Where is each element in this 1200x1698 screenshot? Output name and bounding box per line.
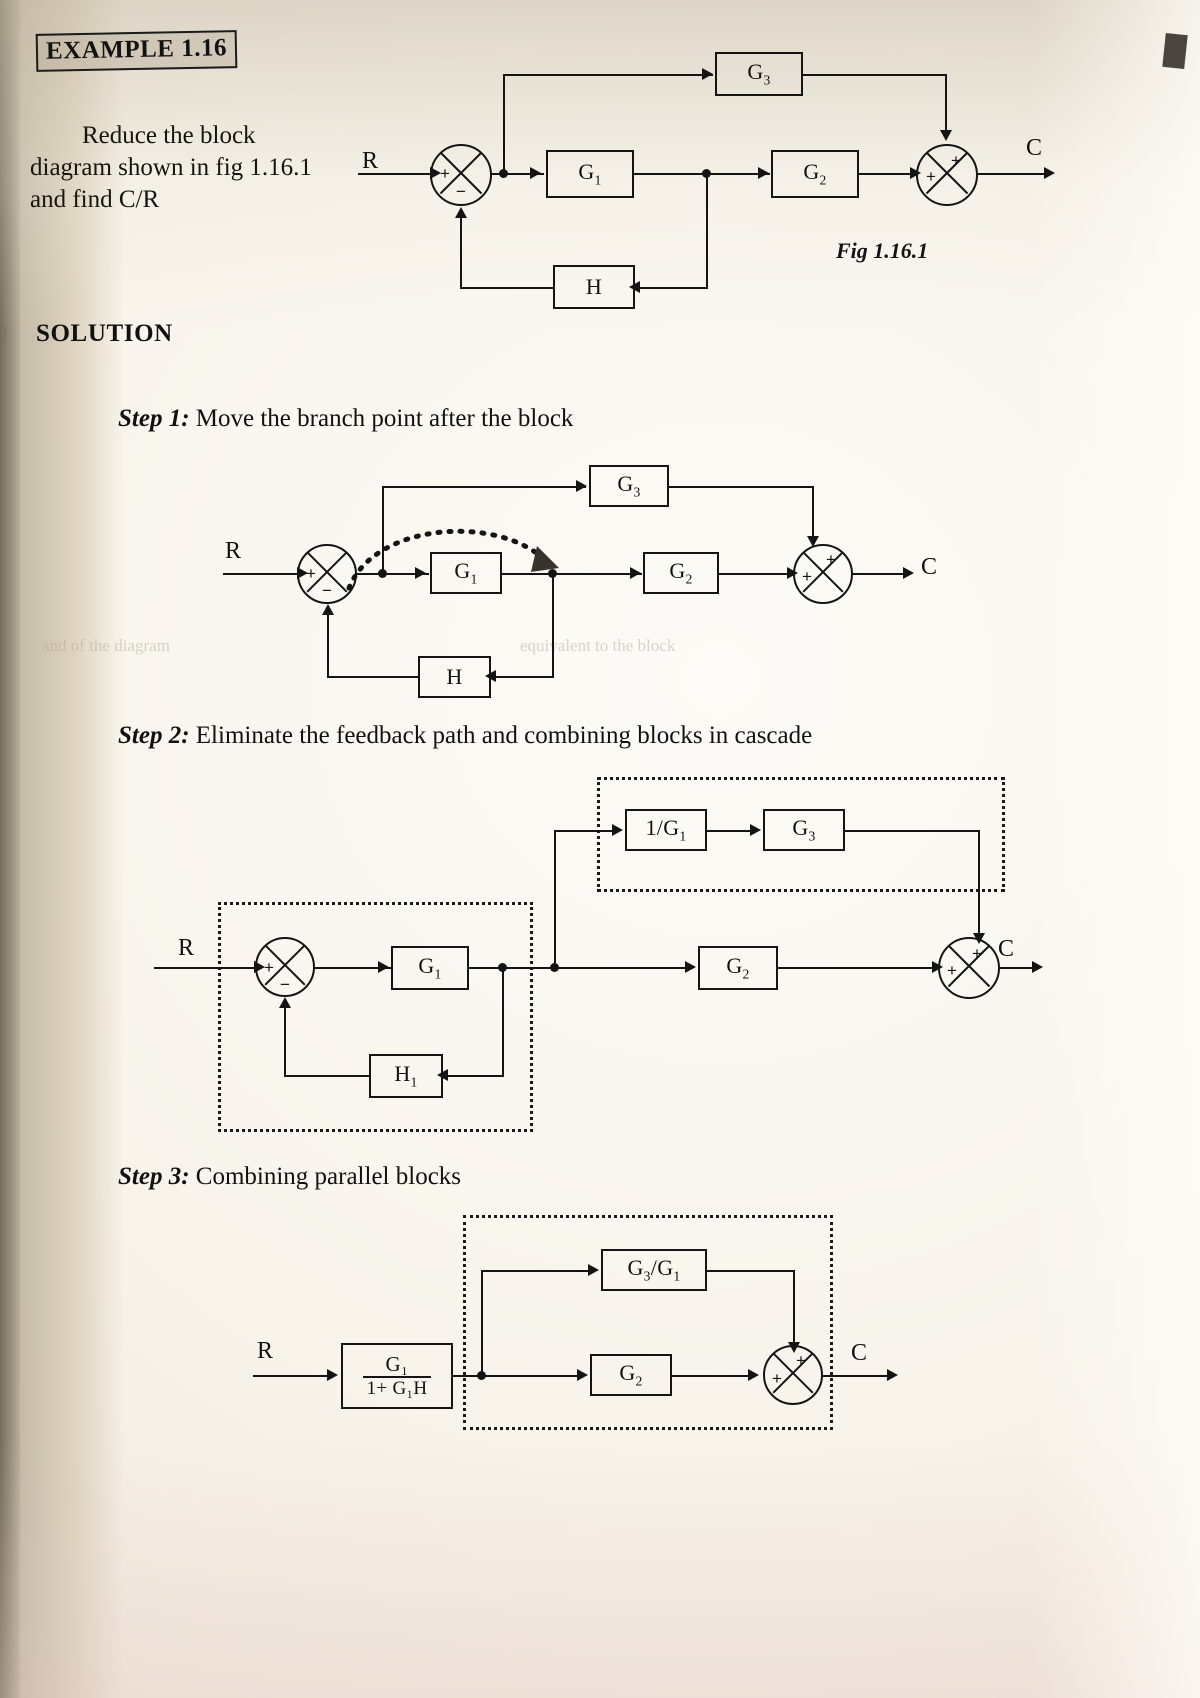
step-2-number: Step 2: <box>118 722 190 749</box>
step2-block-inv-G1-label: 1/G1 <box>645 815 687 844</box>
step-1-diagram: R + − G1 G2 + + C G3 H <box>215 460 955 705</box>
step2-block-H1: H1 <box>369 1054 443 1098</box>
step2-block-G3: G3 <box>763 809 845 851</box>
figure-1-16-1: R + − G1 G2 + + C G3 H Fig 1.16.1 <box>350 40 1090 320</box>
step1-input-label: R <box>225 538 242 564</box>
step2-sum1-minus: − <box>280 975 290 994</box>
step-2-heading: Step 2: Eliminate the feedback path and … <box>118 722 812 750</box>
fig1-block-G1: G1 <box>546 150 634 198</box>
step1-sum2-plus-top: + <box>826 550 836 569</box>
step2-g1-input-arrow <box>378 961 389 973</box>
fig1-output-arrow <box>1044 167 1055 179</box>
fig1-h-output-arrow <box>455 207 467 218</box>
fig1-g2-input-arrow <box>758 167 769 179</box>
fig1-block-G2-label: G2 <box>803 159 827 188</box>
step2-output-arrow <box>1032 961 1043 973</box>
step2-sum2-plus-top: + <box>972 944 982 963</box>
step3-sum-plus-top: + <box>796 1351 806 1370</box>
example-badge: EXAMPLE 1.16 <box>35 30 238 72</box>
bleed-through-text-left: and of the diagram <box>42 636 170 655</box>
step3-block-closed-loop: G₁ 1+ G₁H <box>341 1343 453 1409</box>
fig1-input-label: R <box>362 148 379 174</box>
step3-input-label: R <box>257 1338 274 1364</box>
step2-block-G3-label: G3 <box>792 815 816 844</box>
step2-h1-output-arrow <box>279 997 291 1008</box>
step3-output-label: C <box>851 1340 868 1366</box>
solution-heading: SOLUTION <box>36 320 173 347</box>
step1-g3-output-arrow <box>807 536 819 547</box>
step2-output-label: C <box>998 936 1015 962</box>
fig1-sum1-plus: + <box>440 164 450 183</box>
step2-sum2-plus-left: + <box>947 961 957 980</box>
step1-sum1-plus: + <box>306 564 316 583</box>
step1-output-label: C <box>921 554 938 580</box>
page-corner-mark <box>1162 32 1188 70</box>
step3-input-arrow <box>327 1369 338 1381</box>
step2-block-G2: G2 <box>698 946 778 990</box>
fig1-sum1-minus: − <box>456 182 466 201</box>
step2-g3-input-arrow <box>750 824 761 836</box>
step1-block-G3-label: G3 <box>617 471 641 500</box>
step1-move-branch-annotation <box>346 528 559 591</box>
step3-block-G3-over-G1-label: G3/G1 <box>627 1255 681 1284</box>
step3-g2-input-arrow <box>577 1369 588 1381</box>
step2-branch-point-parallel <box>550 963 559 972</box>
step1-block-G2: G2 <box>643 552 719 594</box>
step1-block-G2-label: G2 <box>669 558 693 587</box>
step3-output-arrow <box>887 1369 898 1381</box>
margin-mark: ) <box>0 318 8 343</box>
fig1-block-G2: G2 <box>771 150 859 198</box>
step1-sum2-plus-left: + <box>802 567 812 586</box>
problem-statement: Reduce the block diagram shown in fig 1.… <box>30 122 312 213</box>
step-3-number: Step 3: <box>118 1163 190 1190</box>
fig1-block-G3: G3 <box>715 52 803 96</box>
fig1-block-H: H <box>553 265 635 309</box>
step-2-diagram: 1/G1 G3 R + − G1 G2 + + C H1 <box>150 777 1050 1150</box>
step-1-text: Move the branch point after the block <box>195 405 574 432</box>
step1-sum1-minus: − <box>322 581 332 600</box>
fig1-sum2-plus-top: + <box>951 151 961 170</box>
fig1-block-G3-label: G3 <box>747 59 771 88</box>
step-2-text: Eliminate the feedback path and combinin… <box>195 722 813 749</box>
step1-block-G3: G3 <box>589 465 669 507</box>
step3-block-G3-over-G1: G3/G1 <box>601 1249 707 1291</box>
step3-block-G2-label: G2 <box>619 1360 643 1389</box>
step2-block-H1-label: H1 <box>394 1061 418 1090</box>
step1-block-H: H <box>418 656 491 698</box>
step-1-heading: Step 1: Move the branch point after the … <box>118 405 573 433</box>
step3-closed-loop-denominator: 1+ G₁H <box>362 1376 432 1399</box>
fig1-caption: Fig 1.16.1 <box>836 238 929 263</box>
step2-block-G1-label: G1 <box>418 953 442 982</box>
step2-sum1-plus: + <box>264 958 274 977</box>
step3-sum-plus-left: + <box>772 1369 782 1388</box>
step3-closed-loop-numerator: G₁ <box>385 1352 409 1376</box>
step1-block-H-label: H <box>446 664 463 689</box>
fig1-g3-input-arrow <box>702 68 713 80</box>
fig1-block-H-label: H <box>585 274 603 299</box>
fig1-block-G1-label: G1 <box>578 159 602 188</box>
step2-block-inv-G1: 1/G1 <box>625 809 707 851</box>
step1-output-arrow <box>903 567 914 579</box>
step1-g3-input-arrow <box>576 480 587 492</box>
fig1-g1-input-arrow <box>530 167 541 179</box>
step2-block-G2-label: G2 <box>726 953 750 982</box>
step-3-text: Combining parallel blocks <box>195 1163 462 1190</box>
step1-h-output-arrow <box>322 604 334 615</box>
step-1-number: Step 1: <box>118 405 190 432</box>
step3-sum-input-arrow <box>748 1369 759 1381</box>
step-3-diagram: R G₁ 1+ G₁H G2 G3/G1 + + C <box>245 1200 925 1450</box>
step3-block-G2: G2 <box>590 1354 672 1396</box>
step-3-heading: Step 3: Combining parallel blocks <box>118 1163 461 1191</box>
fig1-sum2-plus-left: + <box>926 167 936 186</box>
step2-block-G1: G1 <box>391 946 469 990</box>
step3-g3overg1-input-arrow <box>588 1264 599 1276</box>
fig1-g3-output-arrow <box>940 130 952 141</box>
fig1-output-label: C <box>1026 135 1043 161</box>
step2-g2-input-arrow <box>685 961 696 973</box>
step2-input-label: R <box>178 935 195 961</box>
